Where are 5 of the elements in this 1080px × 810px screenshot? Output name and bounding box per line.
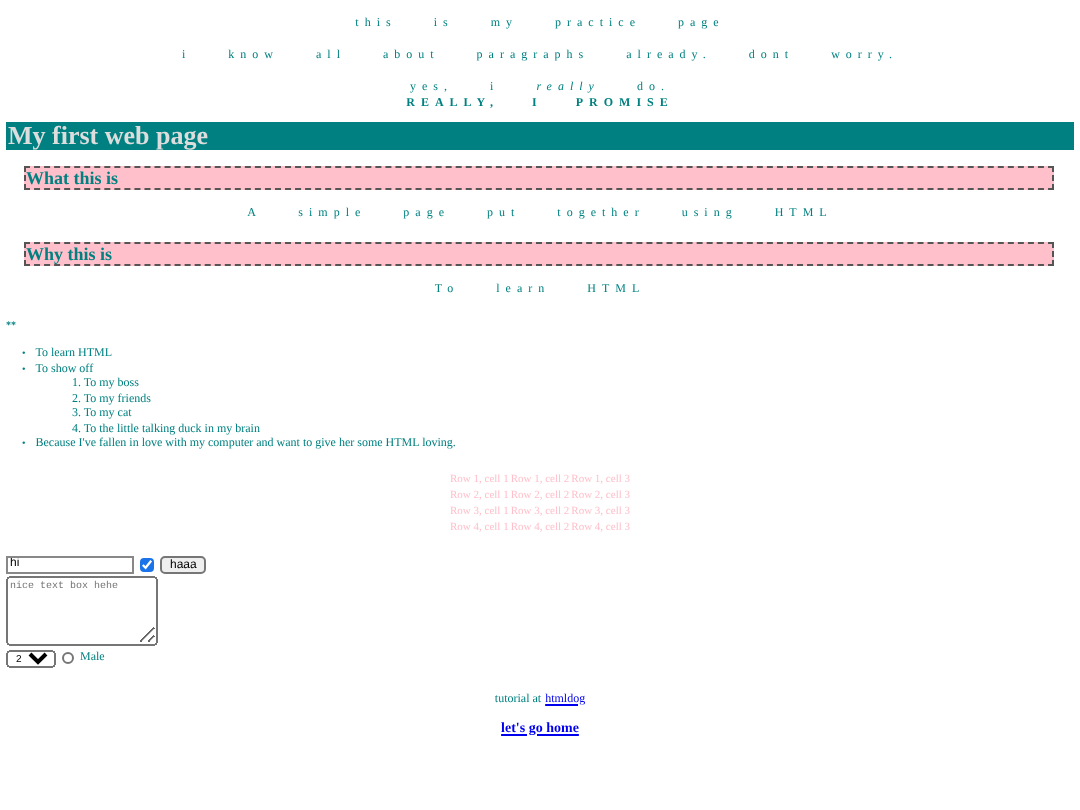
- section-heading: Why this is: [24, 242, 1054, 266]
- page-heading: My first web page: [6, 122, 1074, 150]
- checkbox[interactable]: [140, 557, 154, 571]
- section-heading: What this is: [24, 166, 1054, 190]
- radio-button[interactable]: [62, 652, 74, 664]
